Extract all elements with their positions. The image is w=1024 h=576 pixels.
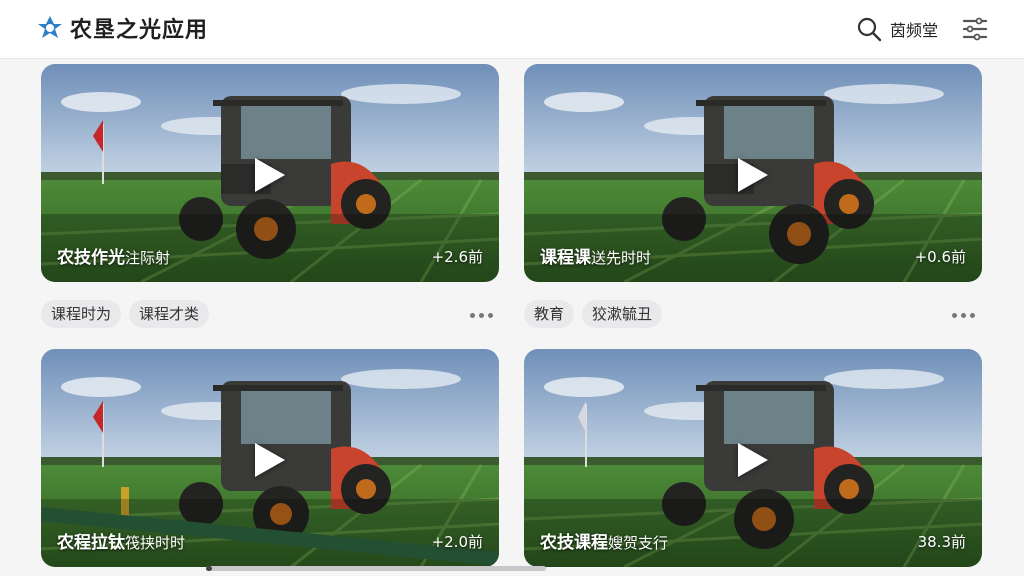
more-options-icon[interactable] [470,310,500,320]
search-icon[interactable] [856,16,882,42]
card-meta: +0.6前 [914,248,966,266]
card-meta: +2.6前 [431,248,483,266]
app-title: 农垦之光应用 [70,18,209,43]
scrollbar-thumb[interactable] [206,566,212,571]
tag-chip[interactable]: 课程才类 [129,300,210,328]
play-icon[interactable] [738,443,768,477]
card-title: 农技课程嫂贺支行 [540,528,668,553]
card-meta: +2.0前 [431,533,483,551]
tag-chip[interactable]: 课程时为 [41,300,122,328]
more-options-icon[interactable] [952,310,982,320]
filter-icon[interactable] [962,16,988,42]
card-title-sub: 送先时时 [591,249,652,267]
tag-chip[interactable]: 教育 [524,300,575,328]
app-logo-icon [38,16,62,38]
video-card[interactable]: 农技作光注际射 +2.6前 [41,64,499,282]
tag-chip[interactable]: 狡漱毓丑 [582,300,663,328]
card-title-main: 课程课 [540,248,591,268]
card-title: 农技作光注际射 [57,243,170,268]
play-icon[interactable] [255,443,285,477]
play-icon[interactable] [738,158,768,192]
card-title-sub: 筏挟时时 [125,534,186,552]
tag-row: 教育 狡漱毓丑 [524,300,670,330]
video-card[interactable]: 农程拉钛筏挟时时 +2.0前 [41,349,499,567]
horizontal-scrollbar[interactable] [206,566,546,571]
card-title-sub: 注际射 [125,249,171,267]
video-card[interactable]: 农技课程嫂贺支行 38.3前 [524,349,982,567]
card-meta: 38.3前 [917,533,966,551]
tag-row: 课程时为 课程才类 [41,300,217,330]
search-label[interactable]: 茵频堂 [890,17,938,41]
card-title: 农程拉钛筏挟时时 [57,528,185,553]
app-header: 农垦之光应用 茵频堂 [0,0,1024,59]
card-title-main: 农技作光 [57,248,125,268]
card-title-sub: 嫂贺支行 [608,534,669,552]
card-title-main: 农程拉钛 [57,533,125,553]
card-title: 课程课送先时时 [540,243,651,268]
card-title-main: 农技课程 [540,533,608,553]
play-icon[interactable] [255,158,285,192]
video-card[interactable]: 课程课送先时时 +0.6前 [524,64,982,282]
